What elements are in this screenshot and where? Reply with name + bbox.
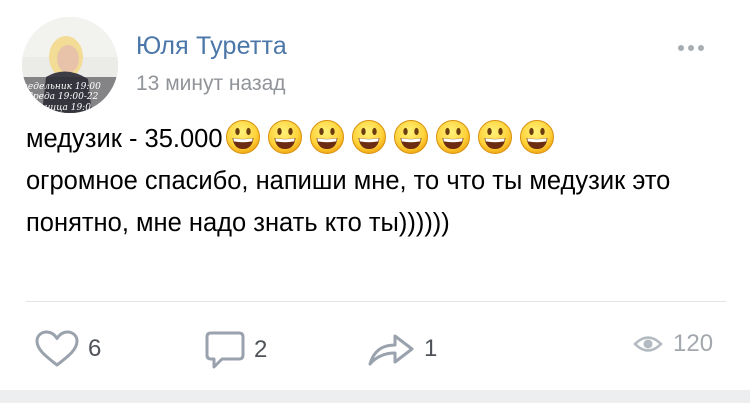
post-text-body: огромное спасибо, напиши мне, то что ты … bbox=[26, 167, 671, 237]
more-dots-icon[interactable] bbox=[678, 36, 718, 60]
like-button[interactable]: 6 bbox=[34, 330, 101, 368]
grinning-face-emoji bbox=[309, 120, 344, 155]
more-dot bbox=[688, 45, 694, 51]
comment-button[interactable]: 2 bbox=[204, 330, 267, 370]
avatar[interactable]: недельник 19:00 Среда 19:00-22 ятница 19… bbox=[22, 17, 118, 113]
comment-count: 2 bbox=[254, 336, 268, 363]
grinning-face-emoji bbox=[435, 120, 470, 155]
share-count: 1 bbox=[424, 335, 438, 362]
post-text: медузик - 35.000 огромное спасибо, напиш… bbox=[26, 118, 726, 244]
post-timestamp[interactable]: 13 минут назад bbox=[136, 72, 286, 96]
grinning-face-emoji bbox=[267, 120, 302, 155]
like-count: 6 bbox=[88, 335, 102, 362]
comment-bubble-icon bbox=[205, 331, 245, 369]
eye-icon bbox=[633, 336, 663, 352]
post-card: недельник 19:00 Среда 19:00-22 ятница 19… bbox=[0, 0, 750, 390]
more-dot bbox=[678, 45, 684, 51]
emoji-row bbox=[225, 119, 555, 155]
post-text-line1: медузик - 35.000 bbox=[26, 125, 223, 153]
divider bbox=[26, 301, 726, 302]
avatar-caption-3: ятница 19:0 bbox=[30, 103, 91, 113]
feed-separator bbox=[0, 390, 750, 403]
more-dot bbox=[698, 45, 704, 51]
grinning-face-emoji bbox=[351, 120, 386, 155]
avatar-image: недельник 19:00 Среда 19:00-22 ятница 19… bbox=[22, 17, 118, 113]
avatar-caption-1: недельник 19:00 bbox=[22, 82, 101, 92]
avatar-caption-2: Среда 19:00-22 bbox=[26, 92, 99, 102]
grinning-face-emoji bbox=[225, 120, 260, 155]
grinning-face-emoji bbox=[393, 120, 428, 155]
grinning-face-emoji bbox=[477, 120, 512, 155]
author-name[interactable]: Юля Туретта bbox=[136, 32, 287, 61]
heart-icon bbox=[35, 330, 79, 367]
views-counter: 120 bbox=[633, 330, 713, 358]
share-arrow-icon bbox=[368, 334, 414, 366]
grinning-face-emoji bbox=[519, 120, 554, 155]
views-count: 120 bbox=[673, 330, 714, 357]
share-button[interactable]: 1 bbox=[366, 330, 437, 368]
